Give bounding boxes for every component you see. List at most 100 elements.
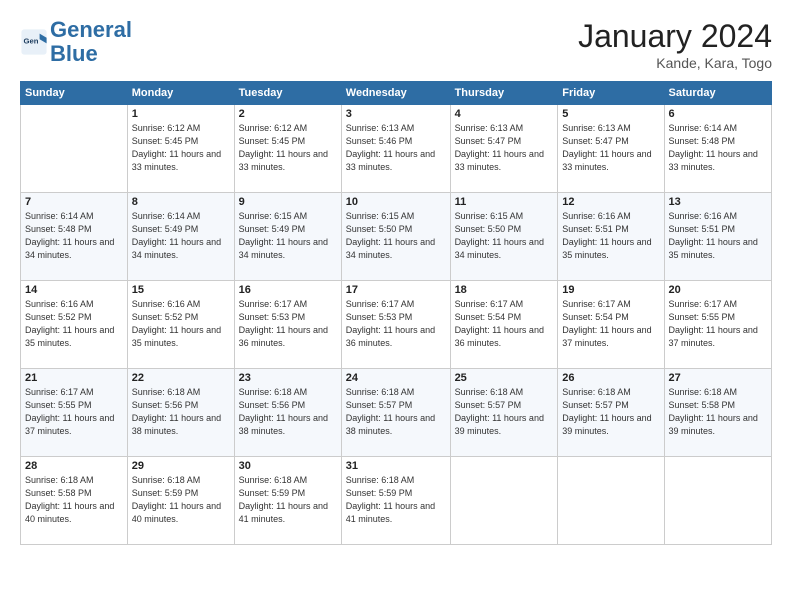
sunset-text: Sunset: 5:48 PM (25, 223, 123, 236)
day-number: 19 (562, 284, 659, 296)
sunset-text: Sunset: 5:50 PM (455, 223, 554, 236)
day-number: 22 (132, 372, 230, 384)
sunrise-text: Sunrise: 6:17 AM (25, 386, 123, 399)
week-row-5: 28 Sunrise: 6:18 AM Sunset: 5:58 PM Dayl… (21, 457, 772, 545)
calendar-cell-0-1: 1 Sunrise: 6:12 AM Sunset: 5:45 PM Dayli… (127, 105, 234, 193)
day-number: 2 (239, 108, 337, 120)
sunrise-text: Sunrise: 6:15 AM (346, 210, 446, 223)
day-number: 21 (25, 372, 123, 384)
day-info: Sunrise: 6:13 AM Sunset: 5:47 PM Dayligh… (562, 122, 659, 174)
calendar-cell-3-4: 25 Sunrise: 6:18 AM Sunset: 5:57 PM Dayl… (450, 369, 558, 457)
day-number: 3 (346, 108, 446, 120)
day-info: Sunrise: 6:16 AM Sunset: 5:52 PM Dayligh… (25, 298, 123, 350)
day-number: 14 (25, 284, 123, 296)
day-info: Sunrise: 6:18 AM Sunset: 5:59 PM Dayligh… (132, 474, 230, 526)
day-number: 25 (455, 372, 554, 384)
calendar-cell-0-3: 3 Sunrise: 6:13 AM Sunset: 5:46 PM Dayli… (341, 105, 450, 193)
day-number: 24 (346, 372, 446, 384)
daylight-text: Daylight: 11 hours and 35 minutes. (132, 324, 230, 350)
calendar-cell-3-5: 26 Sunrise: 6:18 AM Sunset: 5:57 PM Dayl… (558, 369, 664, 457)
week-row-4: 21 Sunrise: 6:17 AM Sunset: 5:55 PM Dayl… (21, 369, 772, 457)
day-info: Sunrise: 6:12 AM Sunset: 5:45 PM Dayligh… (132, 122, 230, 174)
logo-text: General Blue (50, 18, 132, 66)
daylight-text: Daylight: 11 hours and 34 minutes. (239, 236, 337, 262)
daylight-text: Daylight: 11 hours and 37 minutes. (25, 412, 123, 438)
daylight-text: Daylight: 11 hours and 33 minutes. (455, 148, 554, 174)
daylight-text: Daylight: 11 hours and 41 minutes. (346, 500, 446, 526)
sunrise-text: Sunrise: 6:18 AM (346, 474, 446, 487)
calendar-cell-2-0: 14 Sunrise: 6:16 AM Sunset: 5:52 PM Dayl… (21, 281, 128, 369)
col-thursday: Thursday (450, 82, 558, 105)
sunrise-text: Sunrise: 6:16 AM (25, 298, 123, 311)
sunset-text: Sunset: 5:59 PM (132, 487, 230, 500)
day-info: Sunrise: 6:14 AM Sunset: 5:48 PM Dayligh… (25, 210, 123, 262)
daylight-text: Daylight: 11 hours and 35 minutes. (669, 236, 767, 262)
sunset-text: Sunset: 5:58 PM (25, 487, 123, 500)
day-number: 13 (669, 196, 767, 208)
sunset-text: Sunset: 5:45 PM (132, 135, 230, 148)
daylight-text: Daylight: 11 hours and 41 minutes. (239, 500, 337, 526)
day-info: Sunrise: 6:17 AM Sunset: 5:55 PM Dayligh… (25, 386, 123, 438)
col-wednesday: Wednesday (341, 82, 450, 105)
calendar-cell-2-1: 15 Sunrise: 6:16 AM Sunset: 5:52 PM Dayl… (127, 281, 234, 369)
day-info: Sunrise: 6:15 AM Sunset: 5:49 PM Dayligh… (239, 210, 337, 262)
day-info: Sunrise: 6:13 AM Sunset: 5:46 PM Dayligh… (346, 122, 446, 174)
col-monday: Monday (127, 82, 234, 105)
sunrise-text: Sunrise: 6:14 AM (669, 122, 767, 135)
calendar-header-row: Sunday Monday Tuesday Wednesday Thursday… (21, 82, 772, 105)
sunrise-text: Sunrise: 6:18 AM (562, 386, 659, 399)
sunrise-text: Sunrise: 6:18 AM (239, 386, 337, 399)
calendar-cell-0-6: 6 Sunrise: 6:14 AM Sunset: 5:48 PM Dayli… (664, 105, 771, 193)
day-info: Sunrise: 6:18 AM Sunset: 5:57 PM Dayligh… (562, 386, 659, 438)
daylight-text: Daylight: 11 hours and 36 minutes. (239, 324, 337, 350)
day-info: Sunrise: 6:17 AM Sunset: 5:53 PM Dayligh… (239, 298, 337, 350)
sunrise-text: Sunrise: 6:18 AM (132, 386, 230, 399)
day-info: Sunrise: 6:18 AM Sunset: 5:59 PM Dayligh… (239, 474, 337, 526)
calendar-cell-3-6: 27 Sunrise: 6:18 AM Sunset: 5:58 PM Dayl… (664, 369, 771, 457)
daylight-text: Daylight: 11 hours and 40 minutes. (132, 500, 230, 526)
sunrise-text: Sunrise: 6:17 AM (346, 298, 446, 311)
day-info: Sunrise: 6:15 AM Sunset: 5:50 PM Dayligh… (346, 210, 446, 262)
sunset-text: Sunset: 5:55 PM (25, 399, 123, 412)
daylight-text: Daylight: 11 hours and 34 minutes. (132, 236, 230, 262)
day-info: Sunrise: 6:18 AM Sunset: 5:56 PM Dayligh… (132, 386, 230, 438)
day-info: Sunrise: 6:18 AM Sunset: 5:58 PM Dayligh… (25, 474, 123, 526)
day-number: 17 (346, 284, 446, 296)
sunrise-text: Sunrise: 6:17 AM (562, 298, 659, 311)
calendar-cell-1-2: 9 Sunrise: 6:15 AM Sunset: 5:49 PM Dayli… (234, 193, 341, 281)
sunrise-text: Sunrise: 6:18 AM (25, 474, 123, 487)
day-info: Sunrise: 6:16 AM Sunset: 5:52 PM Dayligh… (132, 298, 230, 350)
calendar-cell-4-6 (664, 457, 771, 545)
sunset-text: Sunset: 5:59 PM (239, 487, 337, 500)
sunset-text: Sunset: 5:49 PM (132, 223, 230, 236)
day-info: Sunrise: 6:13 AM Sunset: 5:47 PM Dayligh… (455, 122, 554, 174)
calendar-cell-1-6: 13 Sunrise: 6:16 AM Sunset: 5:51 PM Dayl… (664, 193, 771, 281)
daylight-text: Daylight: 11 hours and 33 minutes. (562, 148, 659, 174)
sunrise-text: Sunrise: 6:15 AM (239, 210, 337, 223)
sunrise-text: Sunrise: 6:13 AM (562, 122, 659, 135)
calendar-cell-1-4: 11 Sunrise: 6:15 AM Sunset: 5:50 PM Dayl… (450, 193, 558, 281)
sunrise-text: Sunrise: 6:18 AM (346, 386, 446, 399)
day-number: 20 (669, 284, 767, 296)
calendar-cell-1-0: 7 Sunrise: 6:14 AM Sunset: 5:48 PM Dayli… (21, 193, 128, 281)
sunrise-text: Sunrise: 6:14 AM (25, 210, 123, 223)
day-info: Sunrise: 6:16 AM Sunset: 5:51 PM Dayligh… (562, 210, 659, 262)
svg-text:Gen: Gen (24, 37, 39, 46)
day-number: 12 (562, 196, 659, 208)
sunrise-text: Sunrise: 6:17 AM (239, 298, 337, 311)
day-number: 4 (455, 108, 554, 120)
day-info: Sunrise: 6:17 AM Sunset: 5:54 PM Dayligh… (455, 298, 554, 350)
day-number: 28 (25, 460, 123, 472)
header: Gen General Blue January 2024 Kande, Kar… (20, 18, 772, 71)
week-row-2: 7 Sunrise: 6:14 AM Sunset: 5:48 PM Dayli… (21, 193, 772, 281)
col-saturday: Saturday (664, 82, 771, 105)
sunset-text: Sunset: 5:56 PM (132, 399, 230, 412)
daylight-text: Daylight: 11 hours and 35 minutes. (25, 324, 123, 350)
day-number: 27 (669, 372, 767, 384)
sunrise-text: Sunrise: 6:14 AM (132, 210, 230, 223)
calendar-cell-4-5 (558, 457, 664, 545)
day-number: 5 (562, 108, 659, 120)
day-number: 11 (455, 196, 554, 208)
day-number: 29 (132, 460, 230, 472)
sunset-text: Sunset: 5:50 PM (346, 223, 446, 236)
